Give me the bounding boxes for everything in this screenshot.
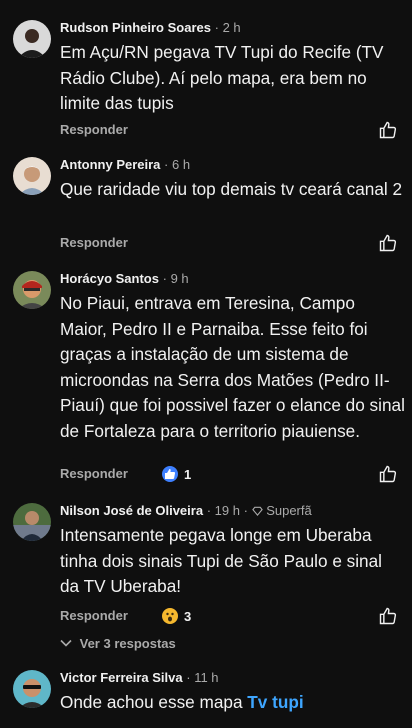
avatar[interactable]: [13, 503, 51, 541]
author-name[interactable]: Horácyo Santos: [60, 271, 159, 286]
author-name[interactable]: Antonny Pereira: [60, 157, 160, 172]
comment-meta: Nilson José de Oliveira · 19 h · Superfã: [60, 503, 312, 519]
diamond-icon: [251, 506, 263, 516]
surprised-face-reaction-icon: [162, 608, 178, 624]
separator: ·: [214, 20, 219, 35]
comment-text: Que raridade viu top demais tv ceará can…: [60, 179, 403, 199]
reply-button[interactable]: Responder: [60, 608, 128, 623]
comment-text: Onde achou esse mapa Tv tupi: [60, 690, 405, 716]
like-icon[interactable]: [378, 606, 398, 626]
comment-text: Intensamente pegava longe em Uberaba tin…: [60, 525, 382, 596]
reaction: 1: [162, 466, 191, 482]
timestamp: 2 h: [222, 20, 241, 35]
thumbs-up-reaction-icon: [162, 466, 178, 482]
comment-meta: Antonny Pereira · 6 h: [60, 157, 190, 173]
comment-meta: Victor Ferreira Silva · 11 h: [60, 670, 219, 686]
comment-text-content: Onde achou esse mapa: [60, 692, 248, 712]
badge-label: Superfã: [266, 503, 312, 518]
superfan-badge: Superfã: [251, 503, 312, 518]
avatar[interactable]: [13, 670, 51, 708]
reaction: 3: [162, 608, 191, 624]
timestamp: 19 h: [214, 503, 240, 518]
author-name[interactable]: Rudson Pinheiro Soares: [60, 20, 211, 35]
separator: ·: [186, 670, 191, 685]
comment-text: No Piaui, entrava em Teresina, Campo Mai…: [60, 293, 405, 441]
reply-button[interactable]: Responder: [60, 466, 128, 481]
avatar[interactable]: [13, 157, 51, 195]
comment-text: Em Açu/RN pegava TV Tupi do Recife (TV R…: [60, 42, 384, 113]
separator: ·: [162, 271, 167, 286]
timestamp: 9 h: [170, 271, 189, 286]
like-icon[interactable]: [378, 233, 398, 253]
timestamp: 11 h: [194, 670, 219, 685]
reaction-count: 1: [184, 466, 192, 482]
comment-meta: Horácyo Santos · 9 h: [60, 271, 189, 287]
author-name[interactable]: Victor Ferreira Silva: [60, 670, 183, 685]
avatar[interactable]: [13, 20, 51, 58]
like-icon[interactable]: [378, 464, 398, 484]
separator: ·: [164, 157, 169, 172]
reaction-count: 3: [184, 608, 192, 624]
like-icon[interactable]: [378, 120, 398, 140]
separator: ·: [243, 503, 248, 518]
author-name[interactable]: Nilson José de Oliveira: [60, 503, 203, 518]
hashtag-link[interactable]: Tv tupi: [247, 692, 303, 712]
reply-button[interactable]: Responder: [60, 235, 128, 250]
timestamp: 6 h: [172, 157, 191, 172]
avatar[interactable]: [13, 271, 51, 309]
view-replies-button[interactable]: Ver 3 respostas: [60, 636, 176, 651]
chevron-down-icon: [60, 639, 72, 647]
view-replies-label: Ver 3 respostas: [79, 636, 176, 651]
comment-meta: Rudson Pinheiro Soares · 2 h: [60, 20, 241, 36]
separator: ·: [206, 503, 212, 518]
reply-button[interactable]: Responder: [60, 122, 128, 137]
